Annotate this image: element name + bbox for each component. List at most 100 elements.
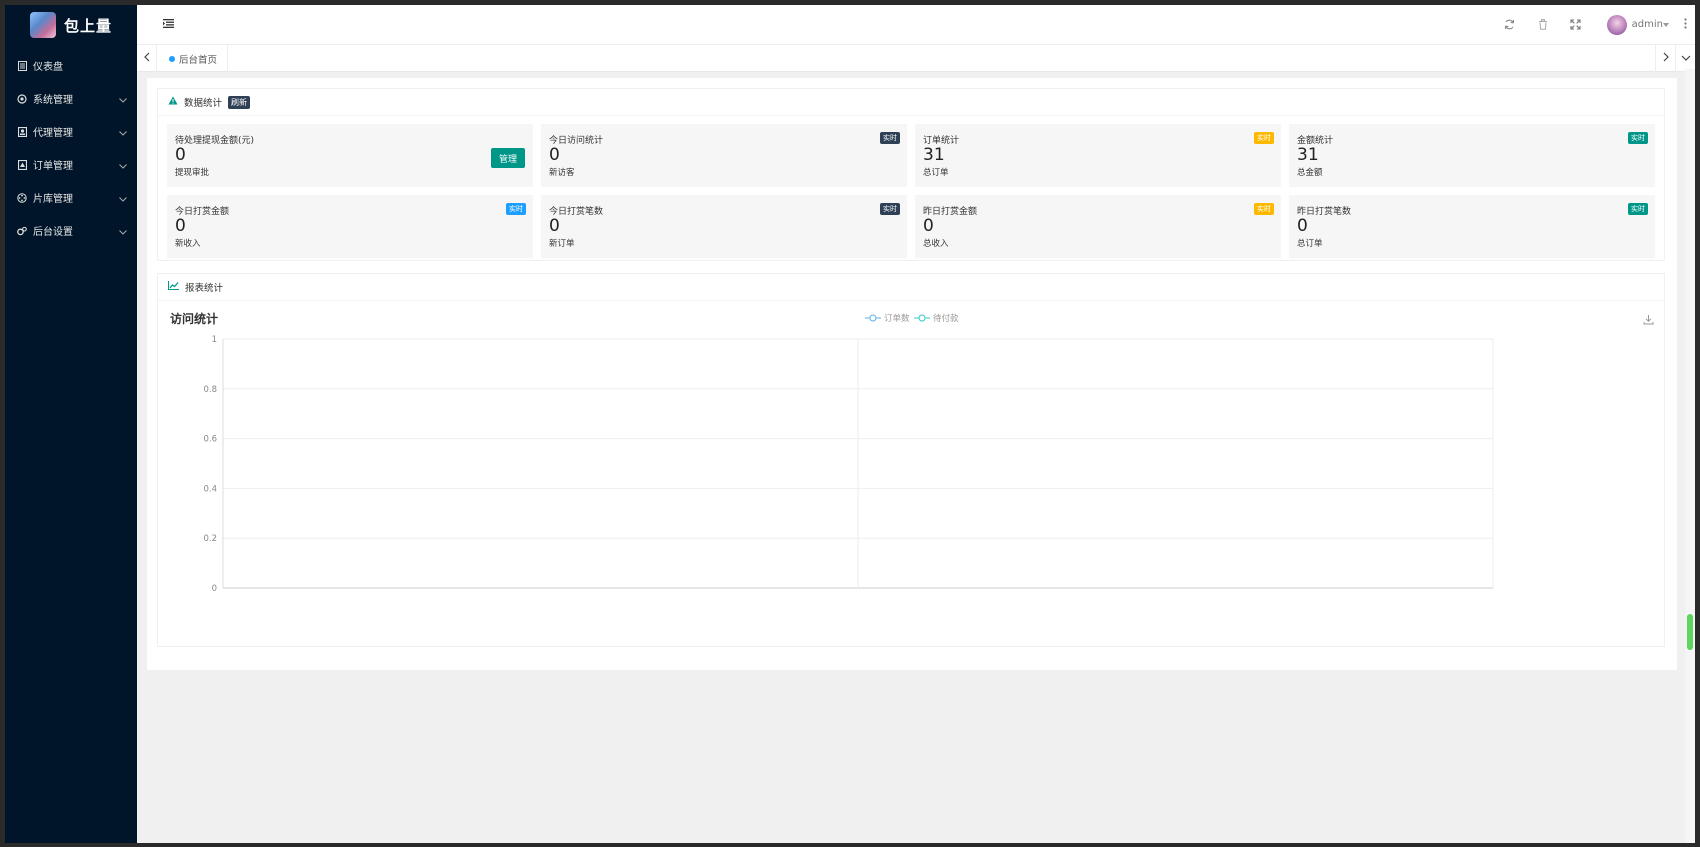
legend-item-pending-payment[interactable]: 待付款 [914, 312, 959, 324]
scrollbar[interactable] [1685, 69, 1695, 843]
chevron-down-icon [119, 161, 127, 172]
stat-card-pending-withdrawal: 待处理提现金额(元) 0 提现审批 管理 [167, 124, 533, 187]
chart-title: 访问统计 [170, 312, 219, 326]
stat-value: 0 [923, 216, 934, 236]
line-chart: 0 0.2 0.4 0.6 0.8 1 [203, 335, 1494, 594]
sidebar-item-agent[interactable]: 代理管理 [5, 115, 137, 148]
stat-subtitle: 新订单 [549, 239, 575, 249]
trash-icon[interactable] [1538, 19, 1548, 33]
realtime-badge: 实时 [1254, 203, 1274, 215]
sidebar-item-label: 片库管理 [33, 194, 73, 205]
order-icon [17, 159, 27, 170]
stat-subtitle: 新收入 [175, 239, 201, 249]
stat-card-today-visits: 今日访问统计 0 新访客 实时 [541, 124, 907, 187]
warning-icon [168, 96, 178, 108]
y-tick-label: 0.8 [203, 385, 217, 395]
realtime-badge: 实时 [1628, 203, 1648, 215]
logo-image [29, 12, 56, 38]
y-tick-label: 0 [212, 584, 217, 594]
stat-subtitle: 提现审批 [175, 168, 210, 178]
more-vertical-icon[interactable] [1684, 18, 1687, 32]
chevron-left-icon [143, 52, 150, 65]
tab-scroll-right-button[interactable] [1655, 45, 1675, 72]
legend-label: 订单数 [884, 314, 910, 324]
line-chart-icon [168, 281, 179, 293]
chevron-down-icon [1681, 53, 1691, 64]
sidebar-item-label: 代理管理 [33, 128, 73, 139]
stat-title: 待处理提现金额(元) [175, 136, 255, 146]
realtime-badge: 实时 [1628, 132, 1648, 144]
stat-value: 0 [549, 216, 560, 236]
stat-card-yesterday-tip-amount: 昨日打赏金额 0 总收入 实时 [915, 195, 1281, 258]
main-content: 数据统计 刷新 待处理提现金额(元) 0 提现审批 管理 今日访问统计 0 新访… [147, 78, 1677, 670]
sidebar-item-system[interactable]: 系统管理 [5, 82, 137, 115]
stat-value: 0 [1297, 216, 1308, 236]
film-icon [17, 192, 27, 203]
report-panel-title: 报表统计 [185, 283, 224, 294]
sidebar-toggle-icon[interactable] [163, 19, 174, 31]
stat-value: 0 [175, 216, 186, 236]
realtime-badge: 实时 [506, 203, 526, 215]
top-header: admin [137, 5, 1695, 45]
stat-value: 31 [923, 145, 945, 165]
tab-scroll-left-button[interactable] [137, 45, 157, 72]
sidebar-item-label: 仪表盘 [33, 62, 63, 73]
app-name: 包上量 [63, 16, 112, 35]
gear-icon [17, 93, 27, 104]
sidebar: 包上量 仪表盘 系统管理 代理管理 订单管理 片库管理 后台设置 [5, 5, 137, 843]
stats-panel: 数据统计 刷新 待处理提现金额(元) 0 提现审批 管理 今日访问统计 0 新访… [157, 88, 1665, 261]
sidebar-item-label: 订单管理 [33, 161, 73, 172]
realtime-badge: 实时 [880, 132, 900, 144]
chevron-down-icon [119, 194, 127, 205]
y-tick-label: 0.4 [203, 484, 217, 494]
stat-subtitle: 总订单 [1297, 239, 1323, 249]
caret-down-icon[interactable] [1663, 23, 1669, 27]
dashboard-icon [17, 60, 27, 71]
realtime-badge: 实时 [1254, 132, 1274, 144]
avatar[interactable] [1607, 15, 1627, 35]
scrollbar-thumb[interactable] [1687, 614, 1693, 650]
legend-item-orders[interactable]: 订单数 [865, 312, 910, 324]
tab-home[interactable]: 后台首页 [157, 45, 229, 72]
stat-card-today-tip-count: 今日打赏笔数 0 新订单 实时 [541, 195, 907, 258]
tab-menu-button[interactable] [1675, 45, 1695, 72]
stat-value: 0 [549, 145, 560, 165]
user-name[interactable]: admin [1632, 19, 1663, 30]
stat-card-amount: 金额统计 31 总金额 实时 [1289, 124, 1655, 187]
agent-icon [17, 126, 27, 137]
stats-panel-header: 数据统计 刷新 [158, 89, 1664, 116]
manage-button[interactable]: 管理 [490, 148, 525, 168]
stat-value: 0 [175, 145, 186, 165]
chevron-down-icon [119, 227, 127, 238]
download-icon[interactable] [1643, 314, 1654, 328]
legend-label: 待付款 [933, 314, 959, 324]
sidebar-item-backend-settings[interactable]: 后台设置 [5, 214, 137, 247]
sidebar-item-label: 后台设置 [33, 227, 73, 238]
app-window: 包上量 仪表盘 系统管理 代理管理 订单管理 片库管理 后台设置 admin 后… [5, 5, 1695, 843]
fullscreen-icon[interactable] [1570, 19, 1581, 33]
sidebar-item-orders[interactable]: 订单管理 [5, 148, 137, 181]
y-tick-label: 1 [212, 335, 217, 345]
report-panel-header: 报表统计 [158, 274, 1664, 301]
active-dot-icon [169, 55, 175, 62]
settings-icon [17, 226, 27, 236]
tabs-bar: 后台首页 [137, 45, 1695, 72]
y-tick-label: 0.6 [203, 435, 217, 445]
stat-card-today-tip-amount: 今日打赏金额 0 新收入 实时 [167, 195, 533, 258]
logo[interactable]: 包上量 [5, 5, 137, 45]
report-panel: 报表统计 访问统计 订单数 待付款 0 0.2 0.4 0.6 0.8 1 [157, 273, 1665, 647]
stats-panel-title: 数据统计 [184, 98, 223, 109]
stat-value: 31 [1297, 145, 1319, 165]
stat-card-orders: 订单统计 31 总订单 实时 [915, 124, 1281, 187]
refresh-badge[interactable]: 刷新 [228, 95, 251, 109]
tab-label: 后台首页 [179, 54, 218, 66]
y-tick-label: 0.2 [203, 534, 217, 544]
realtime-badge: 实时 [880, 203, 900, 215]
refresh-icon[interactable] [1504, 19, 1515, 33]
sidebar-item-dashboard[interactable]: 仪表盘 [5, 49, 137, 82]
sidebar-item-film-library[interactable]: 片库管理 [5, 181, 137, 214]
stat-card-yesterday-tip-count: 昨日打赏笔数 0 总订单 实时 [1289, 195, 1655, 258]
stat-subtitle: 总订单 [923, 168, 949, 178]
chevron-down-icon [119, 95, 127, 106]
stat-subtitle: 总金额 [1297, 168, 1323, 178]
